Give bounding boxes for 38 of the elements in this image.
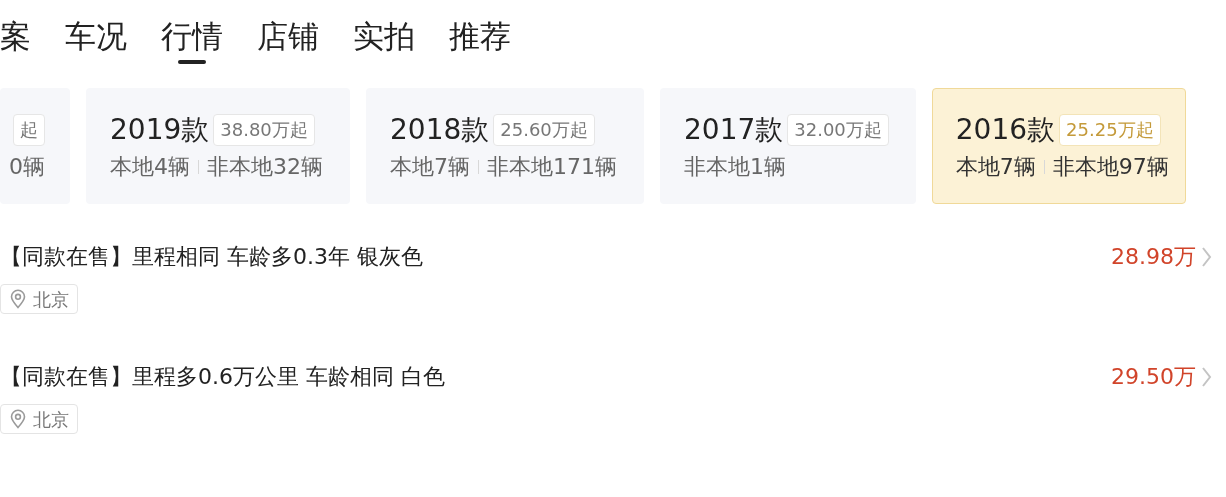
vehicle-count: 0辆 [9, 156, 45, 178]
location-pin-icon [9, 289, 27, 309]
model-year: 2016款 [955, 116, 1056, 144]
model-year-card[interactable]: 2017款 32.00万起 非本地1辆 [660, 88, 916, 204]
listing-title[interactable]: 【同款在售】里程相同 车龄多0.3年 银灰色 [0, 246, 423, 268]
tab[interactable]: 车况 [65, 18, 127, 64]
location-pin-icon [9, 409, 27, 429]
model-year-card[interactable]: 2016款 25.25万起 本地7辆 非本地97辆 [931, 88, 1186, 204]
model-year-card[interactable]: 2018款 25.60万起 本地7辆 非本地171辆 [366, 88, 644, 204]
vehicle-count: 本地7辆 [390, 156, 470, 178]
model-year: 2018款 [390, 116, 490, 144]
listing-price: 29.50万 [1111, 366, 1196, 388]
tab[interactable]: 推荐 [449, 18, 511, 64]
starting-price: 25.60万起 [493, 114, 595, 146]
vehicle-count: 非本地171辆 [487, 156, 617, 178]
model-year: 2017款 [684, 116, 784, 144]
listing-price: 28.98万 [1111, 246, 1196, 268]
starting-price: 25.25万起 [1059, 114, 1161, 146]
tab[interactable]: 案 [0, 18, 31, 64]
tab[interactable]: 行情 [161, 18, 223, 64]
chevron-right-icon [1200, 246, 1212, 268]
tab[interactable]: 实拍 [353, 18, 415, 64]
model-year-card[interactable]: 起 0辆 [0, 88, 70, 204]
vehicle-count: 非本地1辆 [684, 156, 786, 178]
starting-price: 32.00万起 [787, 114, 889, 146]
vehicle-count: 非本地32辆 [207, 156, 323, 178]
vehicle-count: 本地4辆 [110, 156, 190, 178]
starting-price: 起 [13, 114, 45, 146]
model-year-card[interactable]: 2019款 38.80万起 本地4辆 非本地32辆 [86, 88, 350, 204]
model-year: 2019款 [110, 116, 210, 144]
starting-price: 38.80万起 [213, 114, 315, 146]
location-tag: 北京 [0, 284, 78, 314]
chevron-right-icon [1200, 366, 1212, 388]
location-tag: 北京 [0, 404, 78, 434]
vehicle-count: 本地7辆 [955, 156, 1036, 178]
vehicle-count: 非本地97辆 [1052, 156, 1169, 178]
tab[interactable]: 店铺 [257, 18, 319, 64]
listing-title[interactable]: 【同款在售】里程多0.6万公里 车龄相同 白色 [0, 366, 445, 388]
